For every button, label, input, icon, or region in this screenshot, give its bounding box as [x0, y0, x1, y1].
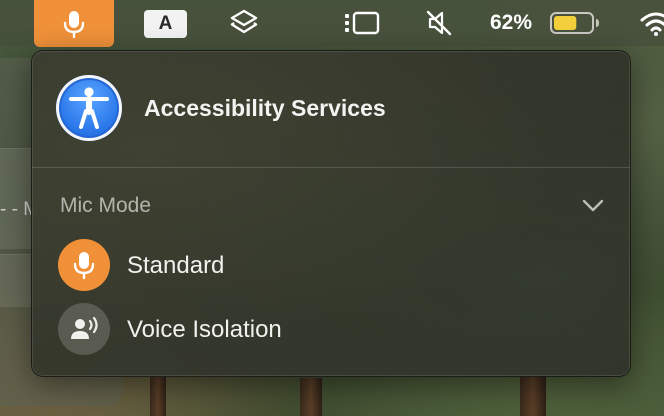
battery-icon [550, 12, 599, 34]
input-source-menu[interactable]: A [144, 10, 187, 38]
stage-manager-icon [345, 11, 380, 35]
shortcuts-menu[interactable] [226, 0, 262, 46]
speaker-muted-icon [426, 10, 452, 36]
voice-isolation-icon [58, 303, 110, 355]
option-label: Voice Isolation [127, 316, 282, 343]
wifi-menu[interactable] [636, 0, 664, 46]
accessibility-icon [56, 75, 122, 141]
background-tree-trunk [150, 376, 166, 416]
mic-mode-collapse-button[interactable] [580, 194, 606, 216]
microphone-icon [63, 10, 85, 38]
mic-mode-option-standard[interactable]: Standard [58, 239, 578, 293]
sound-menu[interactable] [422, 0, 456, 46]
mic-mode-label: Mic Mode [60, 194, 152, 217]
microphone-status-menu[interactable] [34, 0, 114, 47]
microphone-icon [58, 239, 110, 291]
shortcuts-icon [230, 9, 258, 34]
option-label: Standard [127, 252, 225, 279]
chevron-down-icon [582, 199, 604, 212]
background-tree-trunk [520, 376, 546, 416]
menu-bar: A 62% [0, 0, 664, 47]
battery-percentage: 62% [490, 11, 533, 34]
divider [32, 167, 630, 168]
input-source-label: A [158, 13, 173, 34]
background-tree-trunk [300, 378, 322, 416]
stage-manager-menu[interactable] [342, 0, 382, 46]
wifi-icon [640, 12, 664, 36]
panel-title: Accessibility Services [144, 95, 386, 121]
battery-menu[interactable] [548, 0, 602, 46]
accessibility-services-popover: Accessibility Services Mic Mode Standard [31, 50, 631, 377]
mic-mode-option-voice-isolation[interactable]: Voice Isolation [58, 303, 578, 357]
